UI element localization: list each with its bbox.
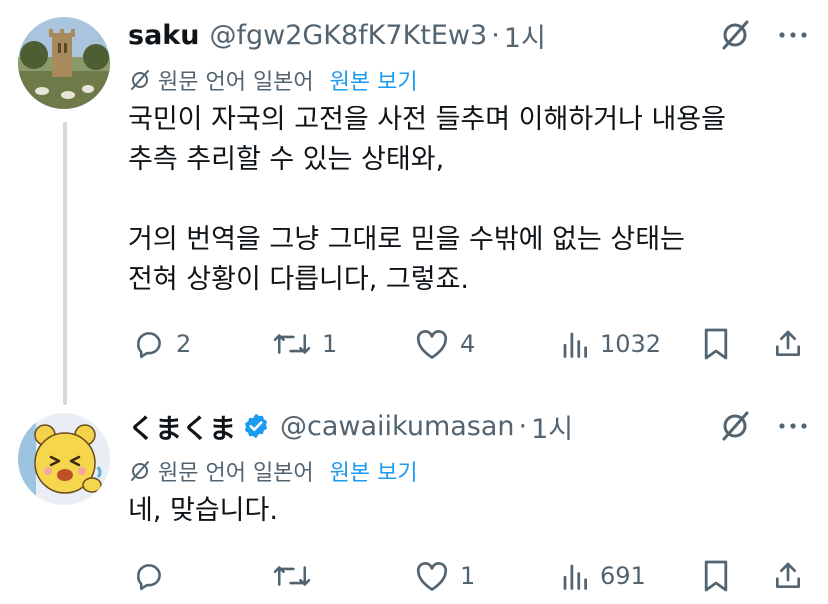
bookmark-icon <box>704 328 728 360</box>
bookmark-icon <box>704 560 728 592</box>
views-button[interactable]: 1032 <box>560 329 661 359</box>
like-count: 4 <box>460 330 476 358</box>
views-icon <box>563 332 587 358</box>
verified-badge-icon[interactable] <box>242 412 270 440</box>
more-icon[interactable] <box>778 422 808 430</box>
display-name[interactable]: くまくま <box>128 407 236 446</box>
tweet-actions: 1 691 <box>0 556 828 596</box>
translation-language: 원문 언어 일본어 <box>158 461 314 486</box>
like-button[interactable]: 4 <box>414 327 475 361</box>
more-icon[interactable] <box>778 31 808 39</box>
repost-count: 1 <box>322 330 338 358</box>
translate-icon <box>128 459 152 483</box>
separator-dot: · <box>491 19 500 51</box>
translate-icon <box>128 68 152 92</box>
show-original-link[interactable]: 원본 보기 <box>330 64 418 96</box>
translation-note: 원문 언어 일본어 원본 보기 <box>128 453 808 489</box>
avatar[interactable] <box>18 413 110 505</box>
share-icon <box>776 562 800 588</box>
repost-icon <box>273 334 311 354</box>
repost-icon <box>273 566 311 586</box>
like-icon <box>416 562 448 591</box>
tweet-header: saku @fgw2GK8fK7KtEw3 · 1시 <box>128 14 808 56</box>
grok-icon[interactable] <box>718 409 752 443</box>
share-icon <box>776 330 800 356</box>
user-handle[interactable]: @cawaiikumasan <box>280 411 515 442</box>
views-button[interactable]: 691 <box>560 561 646 591</box>
user-handle[interactable]: @fgw2GK8fK7KtEw3 <box>209 20 487 51</box>
translation-language: 원문 언어 일본어 <box>158 70 314 95</box>
like-count: 1 <box>460 562 476 590</box>
tweet-actions: 2 1 4 1032 <box>0 324 828 364</box>
reply-button[interactable] <box>132 559 176 593</box>
bookmark-button[interactable] <box>702 327 730 361</box>
translation-note: 원문 언어 일본어 원본 보기 <box>128 62 808 98</box>
views-count: 691 <box>600 562 646 590</box>
share-button[interactable] <box>772 327 804 361</box>
like-icon <box>416 330 448 359</box>
bookmark-button[interactable] <box>702 559 730 593</box>
reply-icon <box>137 564 161 591</box>
separator-dot: · <box>518 410 528 442</box>
tweet-text: 네, 맞습니다. <box>128 495 278 526</box>
grok-icon[interactable] <box>718 18 752 52</box>
timestamp[interactable]: 1시 <box>504 16 546 55</box>
timestamp[interactable]: 1시 <box>531 407 573 446</box>
reply-count: 2 <box>176 330 192 358</box>
reply-icon <box>137 332 161 359</box>
share-button[interactable] <box>772 559 804 593</box>
show-original-link[interactable]: 원본 보기 <box>330 455 418 487</box>
tweet-text: 국민이 자국의 고전을 사전 들추며 이해하거나 내용을 추측 추리할 수 있는… <box>128 104 726 295</box>
display-name[interactable]: saku <box>128 20 199 51</box>
avatar[interactable] <box>18 17 110 109</box>
views-icon <box>563 564 587 590</box>
tweet-header: くまくま @cawaiikumasan · 1시 <box>128 405 808 447</box>
views-count: 1032 <box>600 330 662 358</box>
like-button[interactable]: 1 <box>414 559 475 593</box>
repost-button[interactable]: 1 <box>272 327 337 361</box>
reply-button[interactable]: 2 <box>132 327 191 361</box>
repost-button[interactable] <box>272 559 322 593</box>
